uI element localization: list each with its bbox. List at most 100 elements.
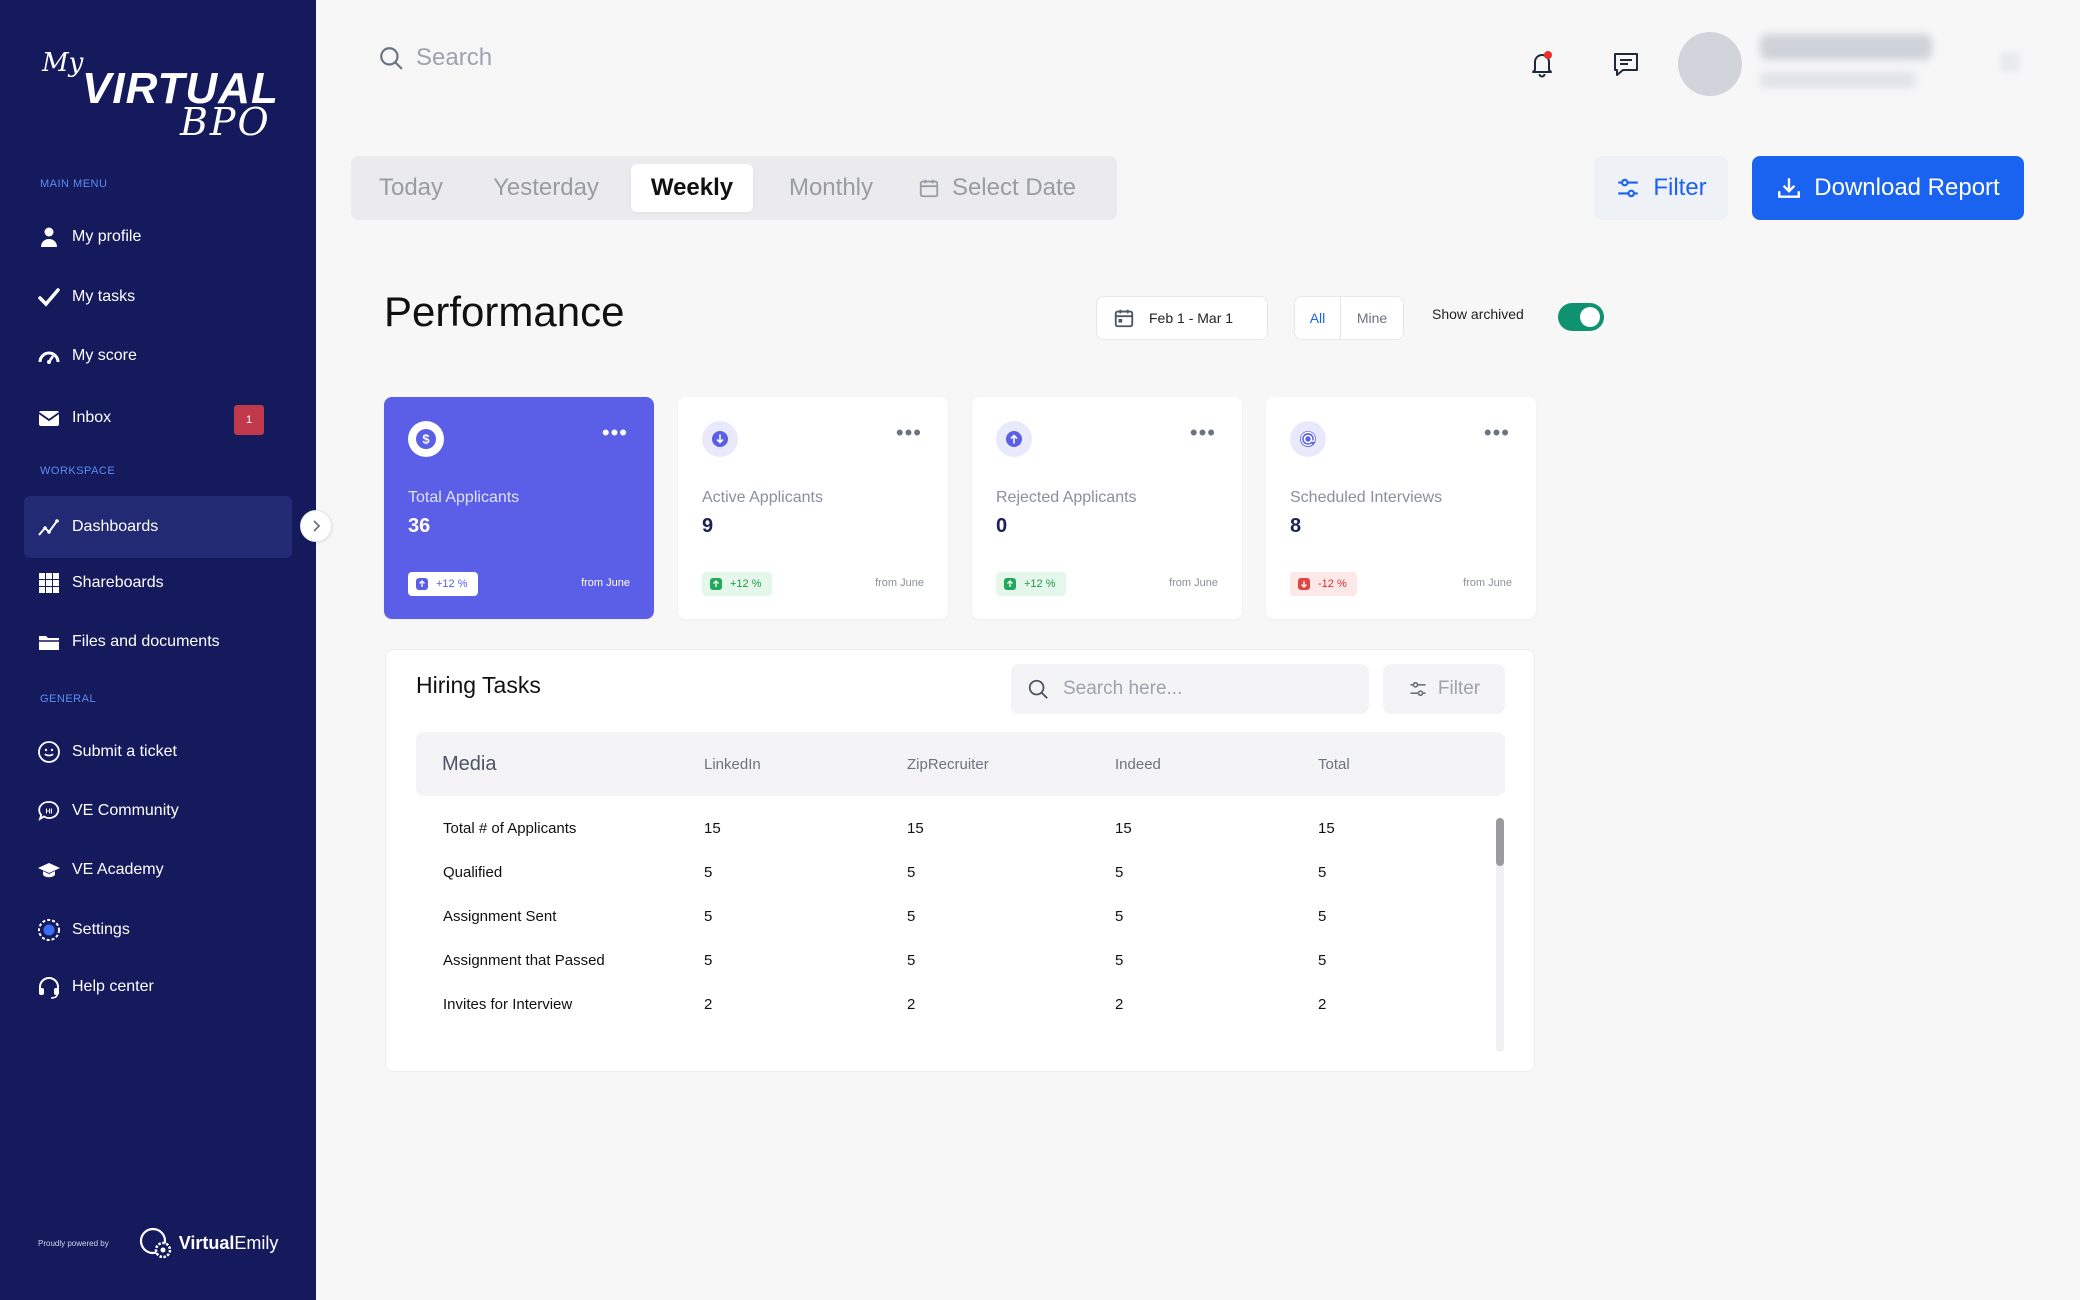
column-header-indeed[interactable]: Indeed	[1115, 732, 1161, 796]
user-avatar[interactable]	[1678, 32, 1742, 96]
card-change-value: +12 %	[1024, 578, 1056, 590]
hiring-tasks-filter-button[interactable]: Filter	[1383, 664, 1505, 714]
sidebar-item-my-tasks[interactable]: My tasks	[24, 266, 292, 328]
card-more-button[interactable]: •••	[1190, 422, 1216, 444]
row-label: Assignment Sent	[443, 907, 557, 925]
hiring-tasks-title: Hiring Tasks	[416, 672, 541, 698]
column-header-ziprecruiter[interactable]: ZipRecruiter	[907, 732, 989, 796]
cell-ziprecruiter: 5	[907, 863, 916, 881]
card-value: 36	[408, 515, 431, 537]
sidebar-item-settings[interactable]: Settings	[24, 899, 292, 961]
column-header-total[interactable]: Total	[1318, 732, 1350, 796]
sidebar-item-label: Inbox	[72, 409, 112, 426]
tab-today[interactable]: Today	[371, 164, 451, 212]
sidebar-item-label: Dashboards	[72, 518, 159, 535]
card-from-label: from June	[581, 577, 630, 589]
sidebar-item-inbox[interactable]: Inbox 1	[24, 387, 292, 449]
sidebar-item-my-score[interactable]: My score	[24, 325, 292, 387]
hiring-tasks-panel: Hiring Tasks Search here... Filter Media…	[385, 649, 1535, 1072]
scope-all-button[interactable]: All	[1295, 297, 1341, 339]
user-menu-caret[interactable]	[2000, 52, 2020, 72]
card-from-label: from June	[1169, 577, 1218, 589]
global-search[interactable]: Search	[378, 44, 492, 72]
card-more-button[interactable]: •••	[1484, 422, 1510, 444]
sidebar-item-dashboards[interactable]: Dashboards	[24, 496, 292, 558]
search-icon	[380, 47, 403, 70]
mail-icon	[36, 405, 62, 431]
sidebar-item-ve-community[interactable]: HI VE Community	[24, 780, 292, 842]
gauge-icon	[36, 343, 62, 369]
stat-card-total-applicants[interactable]: $ ••• Total Applicants 36 +12 % from Jun…	[384, 397, 654, 619]
card-label: Scheduled Interviews	[1290, 489, 1443, 506]
workspace-label: WORKSPACE	[40, 465, 116, 477]
sidebar-item-label: Files and documents	[72, 633, 220, 650]
cell-indeed: 5	[1115, 907, 1124, 925]
table-scrollbar-thumb[interactable]	[1496, 818, 1504, 866]
table-row[interactable]: Qualified 5 5 5 5	[386, 850, 1534, 894]
sidebar-item-ve-academy[interactable]: VE Academy	[24, 839, 292, 901]
my-virtual-bpo-logo[interactable]: My VIRTUAL BPO	[40, 44, 278, 144]
cell-total: 5	[1318, 863, 1327, 881]
sidebar-item-label: My profile	[72, 228, 142, 245]
user-role-blurred	[1760, 72, 1916, 88]
tab-weekly[interactable]: Weekly	[631, 164, 753, 212]
sidebar-item-label: VE Community	[72, 802, 179, 819]
virtual-emily-logo[interactable]: Virtual Emily	[137, 1226, 279, 1260]
show-archived-toggle[interactable]	[1558, 303, 1604, 331]
virtual-emily-rest: Emily	[234, 1232, 279, 1253]
tab-monthly[interactable]: Monthly	[771, 164, 891, 212]
dollar-icon: $	[408, 421, 444, 457]
sidebar-item-label: Submit a ticket	[72, 743, 177, 760]
sidebar-item-shareboards[interactable]: Shareboards	[24, 552, 292, 614]
messages-button[interactable]	[1610, 48, 1642, 80]
stat-card-active-applicants[interactable]: ••• Active Applicants 9 +12 % from June	[678, 397, 948, 619]
date-range-picker[interactable]: Feb 1 - Mar 1	[1096, 296, 1268, 340]
table-row[interactable]: Invites for Interview 2 2 2 2	[386, 982, 1534, 1026]
stat-card-scheduled-interviews[interactable]: ••• Scheduled Interviews 8 -12 % from Ju…	[1266, 397, 1536, 619]
column-header-media[interactable]: Media	[442, 732, 496, 796]
filter-button[interactable]: Filter	[1594, 156, 1728, 220]
powered-by-text: Proudly powered by	[38, 1238, 109, 1248]
card-more-button[interactable]: •••	[896, 422, 922, 444]
card-value: 9	[702, 515, 714, 537]
tab-select-date[interactable]: Select Date	[907, 164, 1087, 212]
sidebar-collapse-button[interactable]	[300, 510, 332, 542]
svg-text:$: $	[422, 432, 430, 447]
table-row[interactable]: Assignment that Passed 5 5 5 5	[386, 938, 1534, 982]
date-range-value: Feb 1 - Mar 1	[1149, 310, 1234, 326]
sidebar-item-help-center[interactable]: Help center	[24, 956, 292, 1018]
grid-icon	[36, 570, 62, 596]
cell-indeed: 5	[1115, 951, 1124, 969]
column-header-linkedin[interactable]: LinkedIn	[704, 732, 761, 796]
cell-linkedin: 5	[704, 907, 713, 925]
scope-mine-button[interactable]: Mine	[1341, 297, 1403, 339]
sidebar-item-submit-a-ticket[interactable]: Submit a ticket	[24, 721, 292, 783]
at-icon	[1290, 421, 1326, 457]
download-report-button[interactable]: Download Report	[1752, 156, 2024, 220]
user-icon	[36, 224, 62, 250]
bell-icon	[1532, 51, 1552, 78]
card-value: 8	[1290, 515, 1302, 537]
card-change-value: +12 %	[730, 578, 762, 590]
sliders-icon	[1410, 681, 1426, 697]
page-title: Performance	[384, 288, 625, 335]
table-scrollbar[interactable]	[1496, 818, 1504, 1052]
stat-card-rejected-applicants[interactable]: ••• Rejected Applicants 0 +12 % from Jun…	[972, 397, 1242, 619]
tab-yesterday[interactable]: Yesterday	[471, 164, 621, 212]
table-row[interactable]: Total # of Applicants 15 15 15 15	[386, 806, 1534, 850]
svg-text:HI: HI	[46, 809, 53, 816]
sidebar: My VIRTUAL BPO MAIN MENU My profile My t…	[0, 0, 316, 1300]
notifications-button[interactable]	[1526, 48, 1558, 80]
card-change-value: -12 %	[1318, 578, 1347, 590]
card-label: Rejected Applicants	[996, 489, 1137, 506]
table-row[interactable]: Assignment Sent 5 5 5 5	[386, 894, 1534, 938]
filter-button-label: Filter	[1653, 174, 1707, 201]
hiring-tasks-search-input[interactable]: Search here...	[1011, 664, 1369, 714]
select-date-label: Select Date	[951, 174, 1077, 201]
sidebar-item-my-profile[interactable]: My profile	[24, 206, 292, 268]
card-more-button[interactable]: •••	[602, 422, 628, 444]
folder-icon	[36, 629, 62, 655]
sidebar-item-files-and-documents[interactable]: Files and documents	[24, 611, 292, 673]
logo-my: My	[42, 48, 84, 78]
cell-indeed: 15	[1115, 819, 1132, 837]
